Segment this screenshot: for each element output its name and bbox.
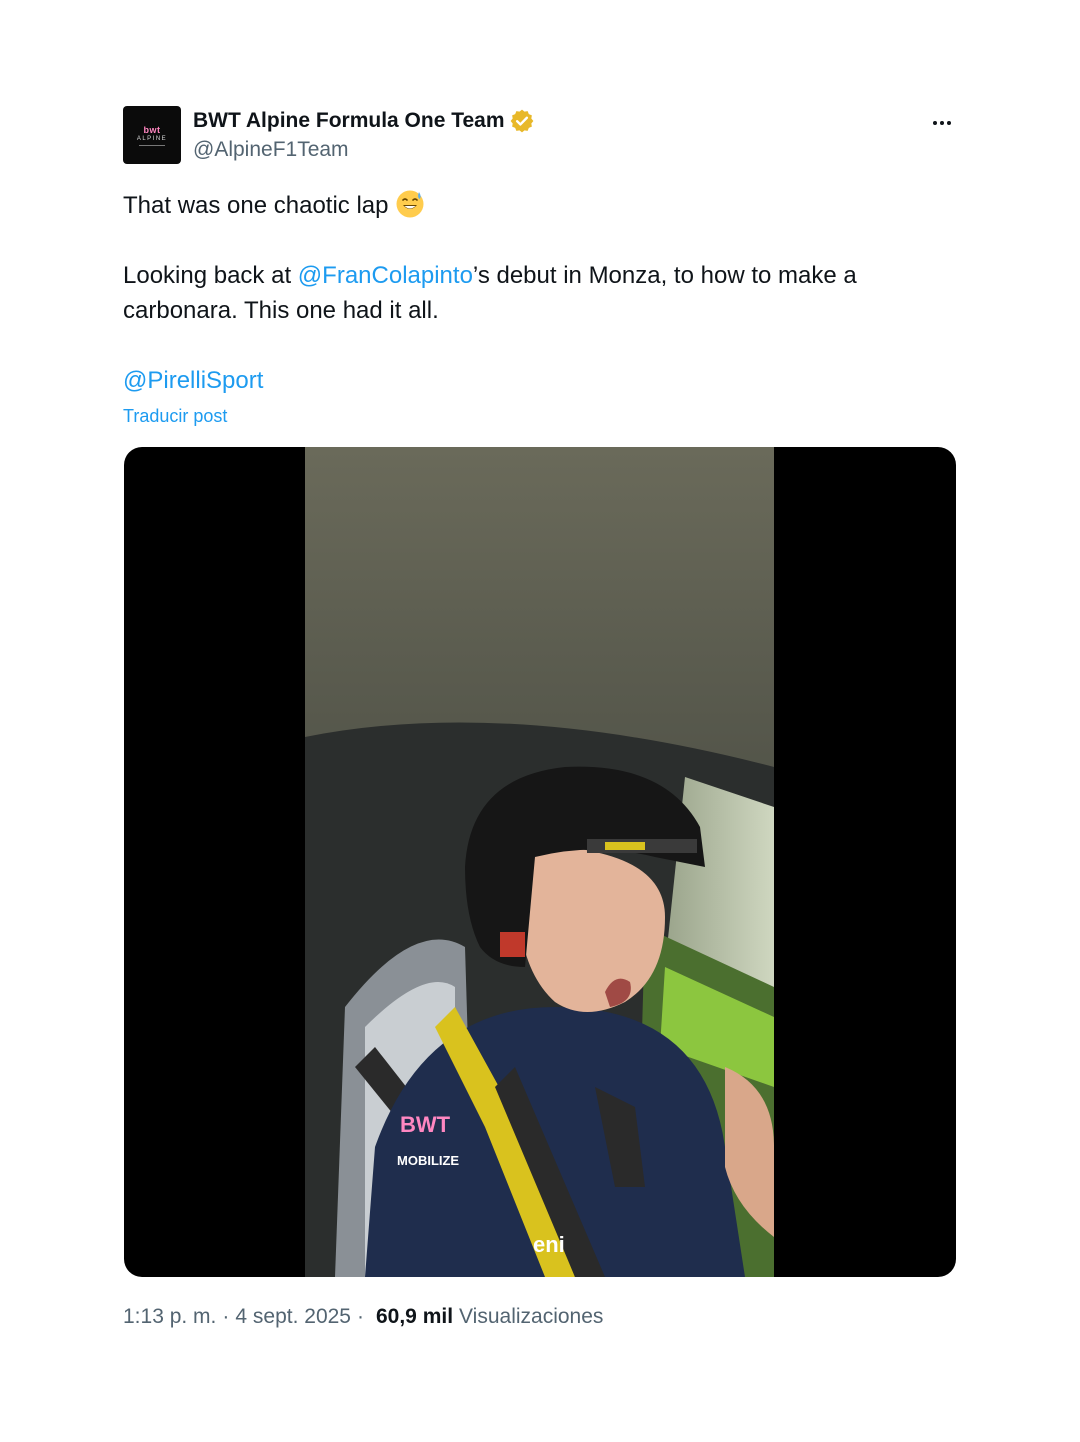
more-options-icon[interactable] [927,112,957,134]
mention-francolapinto[interactable]: @FranColapinto [298,262,473,289]
grinning-sweat-emoji-icon [396,190,423,218]
tweet-text: That was one chaotic lap Looking back at… [123,188,957,398]
svg-text:MOBILIZE: MOBILIZE [397,1153,459,1168]
video-frame[interactable]: BWT MOBILIZE eni [305,447,774,1277]
tweet-card: bwt ALPINE BWT Alpine Formula One Team @… [123,106,957,427]
tweet-time[interactable]: 1:13 p. m. [123,1305,216,1329]
avatar-logo-text: bwt [143,124,161,135]
author-info: BWT Alpine Formula One Team @AlpineF1Tea… [193,108,535,162]
views-label: Visualizaciones [459,1305,604,1328]
avatar-divider [139,144,165,146]
meta-separator: · [356,1305,364,1328]
svg-text:BWT: BWT [400,1112,451,1137]
tweet-line-1: That was one chaotic lap [123,188,957,223]
display-name[interactable]: BWT Alpine Formula One Team [193,109,505,133]
tweet-header: bwt ALPINE BWT Alpine Formula One Team @… [123,106,957,166]
tweet-line-2-prefix: Looking back at [123,262,298,289]
tweet-line-2: Looking back at @FranColapinto’s debut i… [123,258,957,328]
avatar-logo-subtext: ALPINE [136,135,168,142]
views-count: 60,9 mil [375,1305,454,1328]
display-name-row: BWT Alpine Formula One Team [193,108,535,134]
tweet-line-1-text: That was one chaotic lap [123,192,389,219]
svg-text:eni: eni [533,1232,565,1257]
tweet-meta: 1:13 p. m. · 4 sept. 2025 · 60,9 mil Vis… [123,1305,603,1329]
author-handle[interactable]: @AlpineF1Team [193,138,535,162]
avatar[interactable]: bwt ALPINE [123,106,181,164]
video-scene: BWT MOBILIZE eni [305,447,774,1277]
mention-pirellisport[interactable]: @PirelliSport [123,367,263,394]
translate-post-link[interactable]: Traducir post [123,406,957,427]
tweet-date[interactable]: 4 sept. 2025 [235,1305,351,1329]
verified-gold-icon [510,109,533,133]
video-player[interactable]: BWT MOBILIZE eni [124,447,956,1277]
meta-separator: · [222,1305,230,1328]
